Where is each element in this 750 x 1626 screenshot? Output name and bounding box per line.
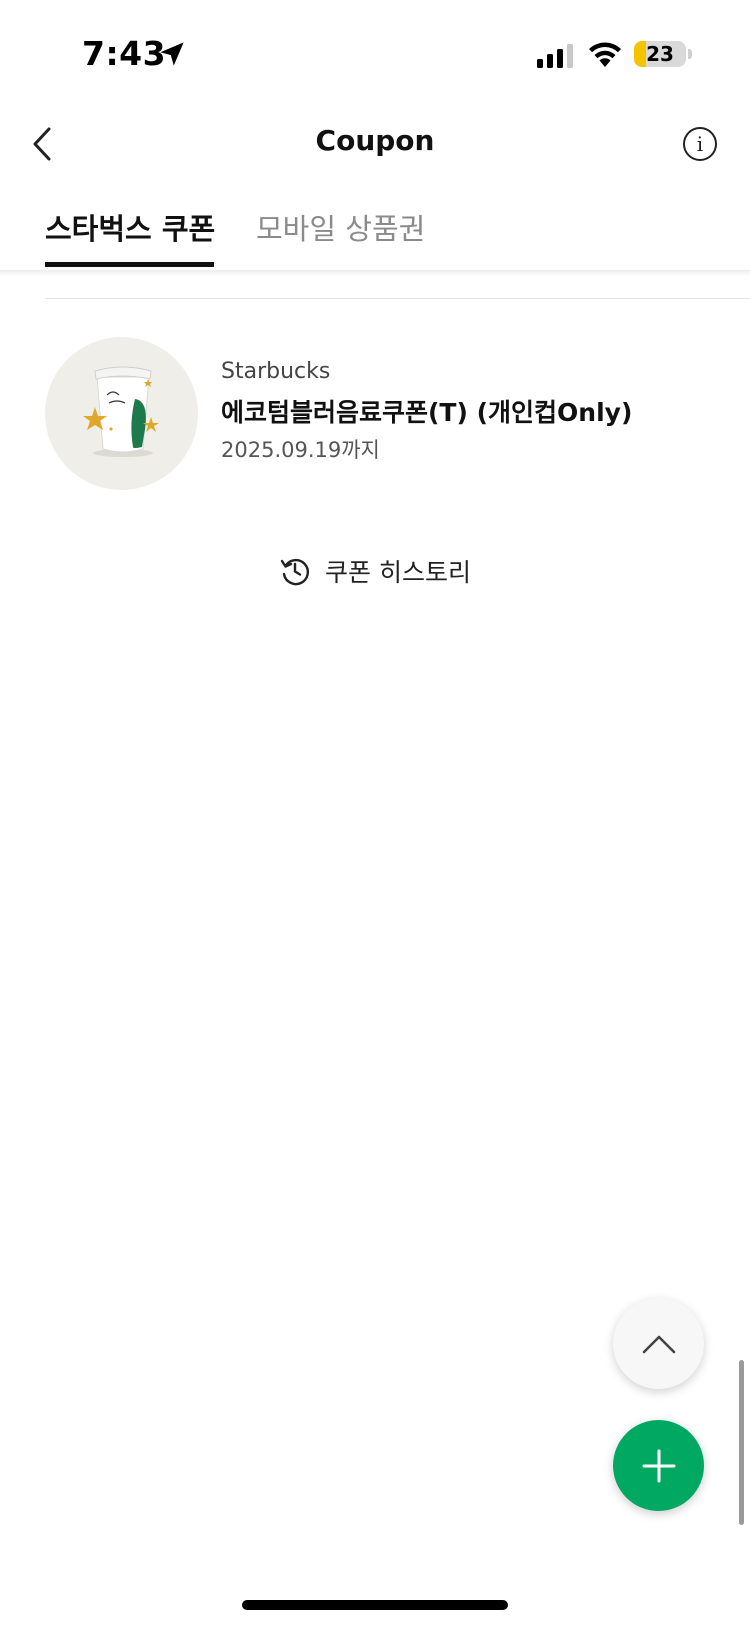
- status-time: 7:43: [82, 34, 167, 73]
- coupon-history-link[interactable]: 쿠폰 히스토리: [0, 551, 750, 591]
- add-coupon-button[interactable]: [613, 1420, 704, 1511]
- scrollbar[interactable]: [739, 1360, 744, 1525]
- cellular-signal-icon: [537, 44, 573, 68]
- info-button[interactable]: i: [683, 127, 717, 161]
- coupon-list-item[interactable]: Starbucks 에코텀블러음료쿠폰(T) (개인컵Only) 2025.09…: [45, 337, 725, 491]
- tumbler-cup-image: [83, 366, 159, 457]
- tab-starbucks-coupon[interactable]: 스타벅스 쿠폰: [45, 206, 215, 248]
- section-divider: [45, 298, 750, 299]
- chevron-up-icon: [642, 1335, 675, 1353]
- history-clock-icon: [280, 558, 310, 586]
- coupon-history-label: 쿠폰 히스토리: [325, 558, 471, 587]
- scroll-to-top-button[interactable]: [613, 1298, 704, 1389]
- coupon-thumbnail: [45, 337, 198, 490]
- wifi-icon: [589, 42, 621, 67]
- battery-indicator: 23: [634, 41, 686, 67]
- status-bar: 7:43 23: [0, 0, 750, 110]
- active-tab-indicator: [45, 262, 214, 267]
- home-indicator: [242, 1600, 508, 1610]
- location-arrow-icon: [160, 42, 184, 66]
- coupon-tabs: 스타벅스 쿠폰 모바일 상품권: [0, 196, 750, 270]
- coupon-name: 에코텀블러음료쿠폰(T) (개인컵Only): [221, 398, 633, 427]
- coupon-brand: Starbucks: [221, 359, 331, 384]
- battery-tip: [688, 49, 692, 59]
- coupon-expiry: 2025.09.19까지: [221, 438, 380, 462]
- battery-level: 23: [646, 42, 674, 66]
- tab-mobile-gift-card[interactable]: 모바일 상품권: [256, 206, 425, 248]
- plus-icon: [642, 1449, 675, 1482]
- info-icon: i: [696, 132, 704, 156]
- page-title: Coupon: [315, 124, 435, 157]
- tabs-shadow: [0, 270, 750, 276]
